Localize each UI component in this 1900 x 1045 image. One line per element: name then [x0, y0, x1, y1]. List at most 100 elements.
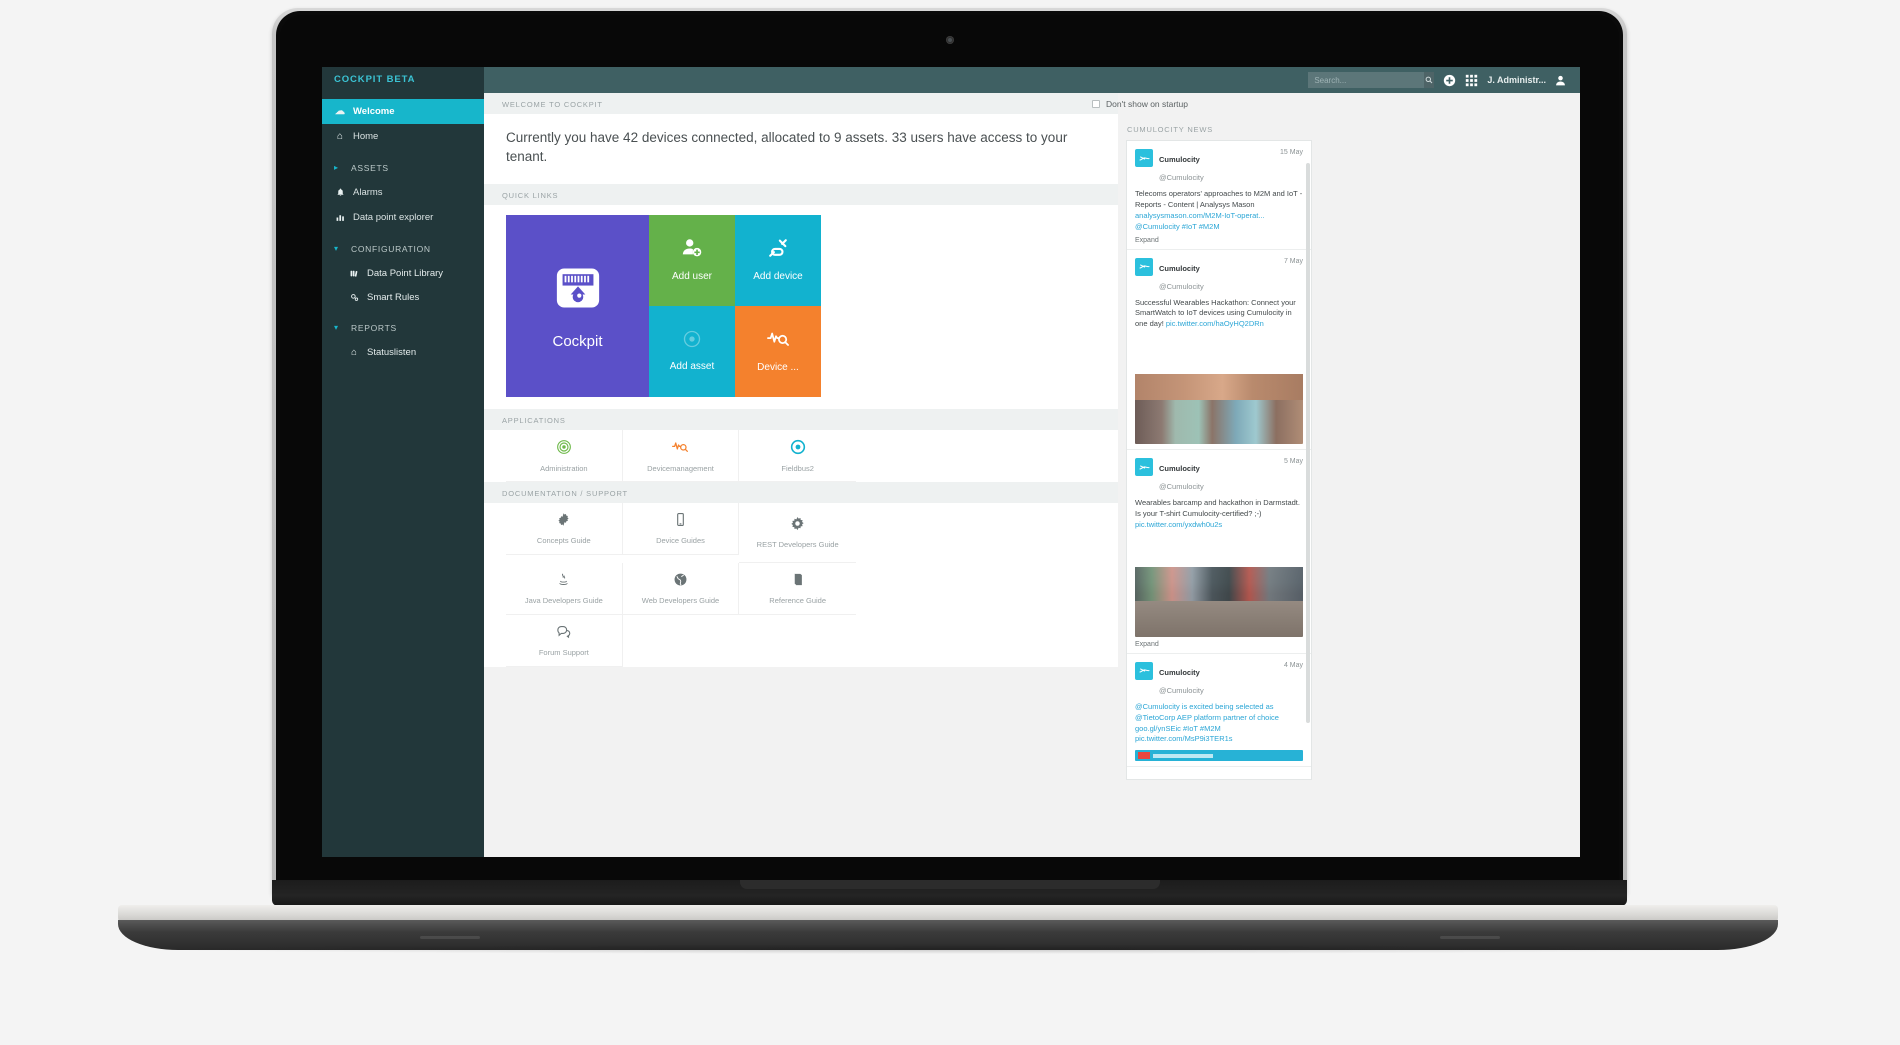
tile-add-asset[interactable]: Add asset: [649, 306, 735, 398]
globe-icon: [673, 572, 688, 590]
sidebar-item-smart-rules[interactable]: Smart Rules: [322, 285, 484, 309]
cockpit-application: COCKPIT BETA ☁ Welcome ⌂ Home ▸ ASSETS A…: [322, 67, 1580, 857]
news-column: CUMULOCITY NEWS Cumulocity @Cumulocity 1…: [1118, 93, 1318, 857]
search-input[interactable]: [1308, 72, 1425, 88]
tweet-link[interactable]: pic.twitter.com/haOyHQ2DRn: [1166, 319, 1264, 328]
tweet-name: Cumulocity: [1159, 263, 1200, 273]
tweet-item[interactable]: Cumulocity @Cumulocity 7 May Successful …: [1127, 250, 1311, 451]
tweet-date: 15 May: [1280, 149, 1303, 156]
tweet-author: Cumulocity @Cumulocity: [1159, 662, 1278, 698]
tweet-date: 4 May: [1283, 661, 1303, 669]
tweet-expand-link[interactable]: Expand: [1135, 237, 1303, 244]
dont-show-on-startup-row[interactable]: Don't show on startup: [1092, 99, 1188, 109]
doc-label: Concepts Guide: [536, 536, 591, 546]
tweet-link[interactable]: analysysmason.com/M2M-IoT-operat...: [1135, 211, 1265, 220]
quick-links-panel: Cockpit Add user Add device Add asset De…: [484, 205, 1118, 410]
sidebar-group-assets[interactable]: ▸ ASSETS: [322, 155, 484, 180]
tweet-name: Cumulocity: [1159, 667, 1200, 677]
tweet-link[interactable]: pic.twitter.com/yxdwh0u2s: [1135, 520, 1222, 529]
tile-cockpit[interactable]: Cockpit: [506, 215, 649, 398]
tweet-link[interactable]: pic.twitter.com/MsP9i3TER1s: [1135, 734, 1233, 743]
sidebar-group-configuration[interactable]: ▾ CONFIGURATION: [322, 236, 484, 261]
user-icon[interactable]: [1555, 75, 1566, 86]
laptop-shadow: [150, 944, 1750, 954]
sidebar-group-reports[interactable]: ▾ REPORTS: [322, 315, 484, 340]
app-administration[interactable]: Administration: [506, 430, 623, 483]
tweet-item[interactable]: Cumulocity @Cumulocity 15 May Telecoms o…: [1127, 141, 1311, 250]
main-column: J. Administr... Don't show on startup WE…: [484, 67, 1580, 857]
doc-concepts-guide[interactable]: Concepts Guide: [506, 503, 623, 556]
screenshot-root: COCKPIT BETA ☁ Welcome ⌂ Home ▸ ASSETS A…: [0, 0, 1900, 1045]
target-icon: [556, 439, 572, 458]
doc-forum-support[interactable]: Forum Support: [506, 615, 623, 668]
app-label: Administration: [540, 463, 588, 473]
home-icon: ⌂: [336, 131, 344, 142]
sidebar-item-data-point-explorer[interactable]: Data point explorer: [322, 205, 484, 230]
sidebar-item-label: Smart Rules: [367, 291, 420, 303]
tweet-tags[interactable]: @Cumulocity #IoT #M2M: [1135, 222, 1220, 231]
tweet-banner[interactable]: [1135, 750, 1303, 762]
tweet-item[interactable]: Cumulocity @Cumulocity 5 May Wearables b…: [1127, 450, 1311, 654]
app-grid-icon[interactable]: [1465, 74, 1478, 87]
laptop-foot: [1440, 936, 1500, 939]
search-box[interactable]: [1308, 72, 1435, 88]
tweet-header: Cumulocity @Cumulocity 4 May: [1135, 661, 1303, 698]
avatar: [1135, 257, 1153, 276]
tile-add-device[interactable]: Add device: [735, 215, 821, 307]
sidebar-group-label: CONFIGURATION: [351, 243, 431, 254]
tweet-text: @Cumulocity is excited being selected as…: [1135, 701, 1279, 733]
news-scrollbar[interactable]: [1306, 163, 1310, 723]
sidebar-item-label: Home: [353, 131, 379, 142]
sidebar-item-label: Alarms: [353, 187, 383, 198]
doc-device-guides[interactable]: Device Guides: [622, 503, 740, 556]
tweet-photo[interactable]: [1135, 566, 1303, 637]
doc-label: REST Developers Guide: [756, 540, 839, 550]
search-icon[interactable]: [1424, 72, 1435, 88]
avatar: [1135, 661, 1153, 680]
tweet-expand-link[interactable]: Expand: [1135, 641, 1303, 648]
sidebar-item-label: Statuslisten: [367, 346, 417, 358]
avatar: [1135, 458, 1153, 477]
tile-label: Add device: [753, 271, 803, 283]
tweet-item[interactable]: Cumulocity @Cumulocity 4 May @Cumulocity…: [1127, 654, 1311, 768]
plus-circle-icon[interactable]: [1443, 74, 1456, 87]
device-search-icon: [767, 328, 789, 353]
gauge-icon: [552, 262, 604, 319]
tile-label: Cockpit: [552, 333, 603, 351]
home-icon: ⌂: [351, 346, 357, 358]
user-menu-label[interactable]: J. Administr...: [1487, 75, 1546, 85]
sidebar-item-data-point-library[interactable]: Data Point Library: [322, 261, 484, 285]
device-search-icon: [672, 439, 689, 458]
doc-label: Forum Support: [538, 648, 589, 658]
tile-label: Add user: [671, 271, 713, 283]
tweet-date: 5 May: [1283, 458, 1303, 466]
tweet-photo[interactable]: [1135, 374, 1303, 445]
news-feed[interactable]: Cumulocity @Cumulocity 15 May Telecoms o…: [1126, 140, 1312, 780]
sidebar-item-home[interactable]: ⌂ Home: [322, 124, 484, 149]
sidebar-item-welcome[interactable]: ☁ Welcome: [322, 99, 495, 124]
sidebar-group-label: ASSETS: [351, 162, 389, 173]
tweet-body: @Cumulocity is excited being selected as…: [1135, 702, 1303, 746]
tile-add-user[interactable]: Add user: [649, 215, 735, 307]
section-header-applications: APPLICATIONS: [484, 409, 1118, 431]
tweet-header: Cumulocity @Cumulocity 7 May: [1135, 257, 1303, 294]
sidebar: COCKPIT BETA ☁ Welcome ⌂ Home ▸ ASSETS A…: [322, 67, 495, 857]
doc-web-developers-guide[interactable]: Web Developers Guide: [622, 563, 740, 616]
applications-panel: Administration Devicemanagement Fieldbus…: [484, 430, 1118, 483]
tile-device-management[interactable]: Device ...: [735, 306, 821, 398]
content-column: WELCOME TO COCKPIT Currently you have 42…: [484, 93, 1118, 857]
tweet-author: Cumulocity @Cumulocity: [1159, 149, 1274, 185]
app-devicemanagement[interactable]: Devicemanagement: [622, 430, 740, 483]
doc-rest-developers-guide[interactable]: REST Developers Guide: [739, 503, 856, 564]
tile-label: Device ...: [757, 362, 799, 374]
laptop-foot: [420, 936, 480, 939]
tweet-handle: @Cumulocity: [1159, 685, 1204, 695]
app-fieldbus2[interactable]: Fieldbus2: [739, 430, 856, 483]
doc-java-developers-guide[interactable]: Java Developers Guide: [506, 563, 623, 616]
dont-show-on-startup-checkbox[interactable]: [1092, 100, 1101, 108]
doc-reference-guide[interactable]: Reference Guide: [739, 563, 856, 616]
sidebar-item-alarms[interactable]: Alarms: [322, 180, 484, 205]
sidebar-item-label: Data point explorer: [353, 212, 434, 223]
circle-dot-icon: [790, 439, 806, 458]
sidebar-item-statuslisten[interactable]: ⌂ Statuslisten: [322, 340, 484, 364]
